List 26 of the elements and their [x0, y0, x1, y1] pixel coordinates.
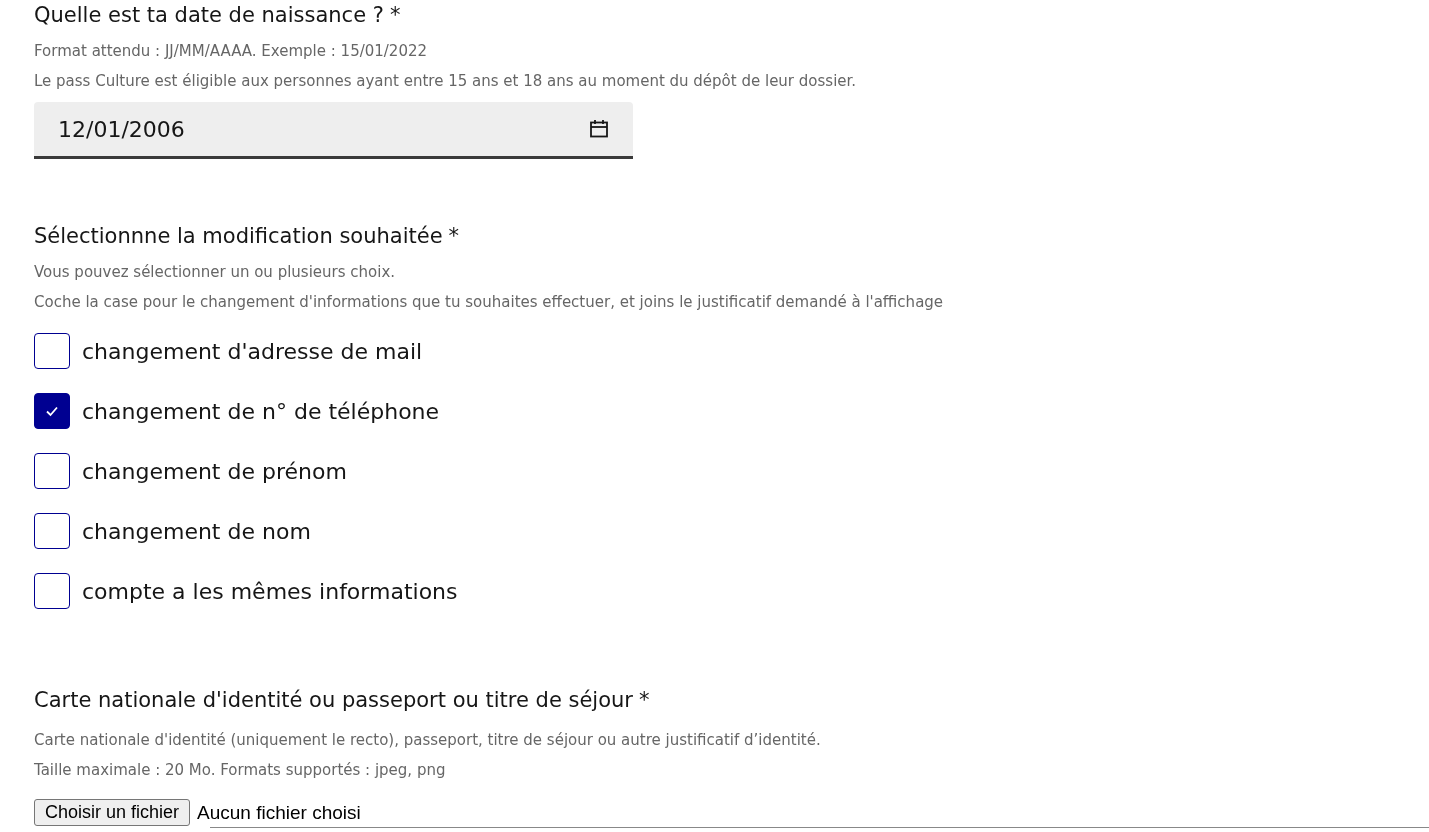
required-mark: * [448, 223, 460, 250]
calendar-icon[interactable] [589, 119, 609, 139]
hint-text: Carte nationale d'identité (uniquement le recto), passeport, titre de séjour ou autre justificatif d’identité. [34, 730, 822, 751]
checkbox[interactable] [34, 573, 70, 609]
checkbox[interactable] [34, 333, 70, 369]
checkbox[interactable] [34, 513, 70, 549]
checkbox-label[interactable]: compte a les mêmes informations [82, 578, 458, 604]
hint-text: Vous pouvez sélectionner un ou plusieurs choix. [34, 262, 397, 283]
checkbox[interactable] [34, 393, 70, 429]
date-field[interactable]: 12/01/2006 [34, 102, 633, 159]
checkbox[interactable] [34, 453, 70, 489]
field-label: Carte nationale d'identité ou passeport ou titre de séjour [34, 687, 633, 714]
hint-text: Format attendu : JJ/MM/AAAA. Exemple : 15/01/2022 [34, 41, 429, 62]
choose-file-button[interactable]: Choisir un fichier [34, 799, 191, 826]
hint-text: Taille maximale : 20 Mo. Formats supportés : jpeg, png [34, 760, 447, 781]
required-mark: * [389, 2, 401, 29]
checkbox-label[interactable]: changement de prénom [82, 458, 347, 484]
checkbox-label[interactable]: changement de n° de téléphone [82, 398, 440, 424]
hint-text: Coche la case pour le changement d'informations que tu souhaites effectuer, et joins le justificatif demandé à l'affichage [34, 292, 945, 313]
required-mark: * [638, 687, 650, 714]
checkbox-label[interactable]: changement de nom [82, 518, 311, 544]
checkbox-label[interactable]: changement d'adresse de mail [82, 338, 423, 364]
field-label: Quelle est ta date de naissance ? [34, 2, 384, 29]
file-status: Aucun fichier choisi [197, 801, 361, 824]
field-label: Sélectionnne la modification souhaitée [34, 223, 443, 250]
hint-text: Le pass Culture est éligible aux personnes ayant entre 15 ans et 18 ans au moment du dépôt de leur dossier. [34, 71, 858, 92]
